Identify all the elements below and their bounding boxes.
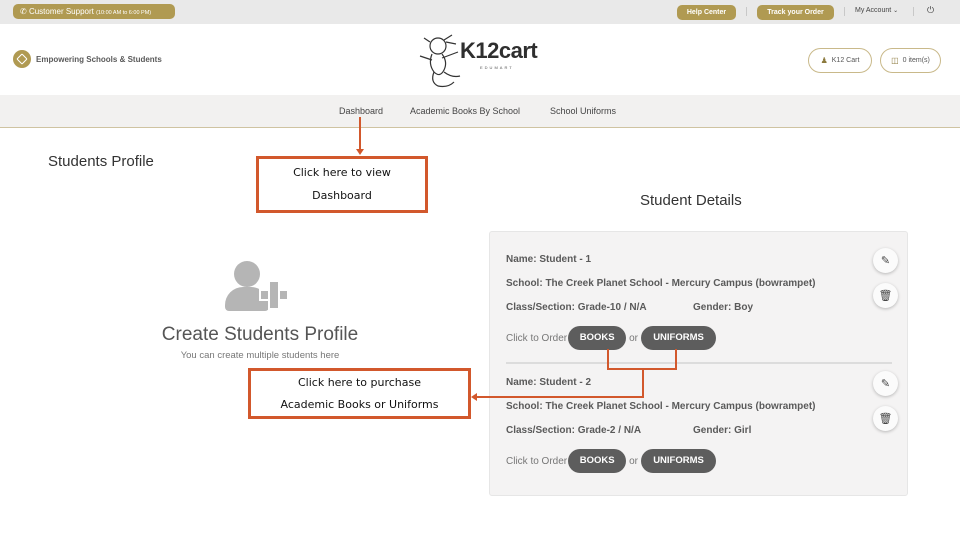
edit-student-button[interactable]: ✎	[873, 248, 898, 273]
callout-dashboard: Click here to view Dashboard	[256, 156, 428, 213]
page: ✆ Customer Support (10:00 AM to 6:00 PM)…	[0, 0, 960, 540]
or-text: or	[629, 332, 639, 344]
callout-connector-line	[642, 368, 644, 397]
students-profile-title: Students Profile	[48, 153, 154, 170]
order-uniforms-button[interactable]: UNIFORMS	[641, 449, 717, 473]
order-books-button[interactable]: BOOKS	[568, 326, 627, 350]
top-bar: ✆ Customer Support (10:00 AM to 6:00 PM)…	[0, 0, 960, 24]
callout-connector-line	[607, 349, 609, 369]
user-icon: ♟	[820, 56, 828, 65]
delete-student-button[interactable]: 🗑	[873, 283, 898, 308]
edit-icon: ✎	[880, 378, 891, 390]
chevron-down-icon: ⌄	[893, 8, 899, 14]
student-divider	[506, 362, 892, 364]
divider	[913, 7, 914, 16]
callout-text: Academic Books or Uniforms	[280, 398, 439, 411]
edit-student-button[interactable]: ✎	[873, 371, 898, 396]
support-hours: (10:00 AM to 6:00 PM)	[96, 10, 152, 16]
callout-connector-line	[675, 349, 677, 369]
track-order-button[interactable]: Track your Order	[757, 5, 834, 20]
my-account-dropdown[interactable]: My Account ⌄	[855, 7, 898, 14]
cart-count-label: 0 item(s)	[902, 57, 930, 64]
support-label: Customer Support	[28, 7, 94, 16]
phone-icon: ✆	[20, 7, 27, 16]
callout-text: Dashboard	[312, 189, 372, 202]
cart-button[interactable]: ◫ 0 item(s)	[880, 48, 941, 73]
divider	[746, 7, 747, 16]
callout-connector-line	[359, 117, 361, 150]
callout-text: Click here to view	[293, 166, 391, 179]
order-row: Click to Order BOOKS or UNIFORMS	[506, 326, 717, 350]
student-gender: Gender: Boy	[693, 302, 754, 313]
logo-text: K12cart	[460, 38, 538, 63]
add-user-icon[interactable]	[225, 258, 295, 316]
k12cart-logo[interactable]: K12cart EDUMART	[414, 32, 540, 90]
or-text: or	[629, 455, 639, 467]
student-school: School: The Creek Planet School - Mercur…	[506, 278, 816, 289]
student-gender: Gender: Girl	[693, 425, 752, 436]
student-school: School: The Creek Planet School - Mercur…	[506, 401, 816, 412]
mascot-icon	[419, 34, 461, 88]
customer-support-button[interactable]: ✆ Customer Support (10:00 AM to 6:00 PM)	[13, 4, 175, 19]
order-prefix: Click to Order	[506, 332, 568, 344]
callout-purchase: Click here to purchase Academic Books or…	[248, 368, 471, 419]
order-books-button[interactable]: BOOKS	[568, 449, 627, 473]
delete-student-button[interactable]: 🗑	[873, 406, 898, 431]
order-prefix: Click to Order	[506, 455, 568, 467]
callout-text: Click here to purchase	[297, 376, 422, 389]
arrow-left-icon	[471, 393, 477, 401]
order-uniforms-button[interactable]: UNIFORMS	[641, 326, 717, 350]
account-button[interactable]: ♟ K12 Cart	[808, 48, 872, 73]
basket-icon: ◫	[891, 56, 899, 65]
trash-icon: 🗑	[878, 290, 893, 302]
power-icon[interactable]: ⏻	[927, 5, 934, 16]
nav-academic-books[interactable]: Academic Books By School	[410, 106, 520, 116]
student-details-card: Name: Student - 1 School: The Creek Plan…	[489, 231, 908, 496]
edit-icon: ✎	[880, 255, 891, 267]
divider	[844, 7, 845, 16]
my-account-label: My Account	[855, 7, 892, 14]
order-row: Click to Order BOOKS or UNIFORMS	[506, 449, 717, 473]
create-profile-subtitle: You can create multiple students here	[180, 350, 340, 361]
arrow-down-icon	[356, 149, 364, 155]
callout-connector-line	[477, 396, 644, 398]
logo-subtitle: EDUMART	[480, 65, 514, 70]
account-button-label: K12 Cart	[831, 57, 860, 64]
tagline: Empowering Schools & Students	[13, 50, 162, 68]
student-name: Name: Student - 1	[506, 254, 592, 265]
create-profile-title[interactable]: Create Students Profile	[140, 324, 380, 346]
student-name: Name: Student - 2	[506, 377, 592, 388]
nav-school-uniforms[interactable]: School Uniforms	[550, 106, 616, 116]
nav-dashboard[interactable]: Dashboard	[339, 106, 383, 116]
student-details-title: Student Details	[640, 192, 742, 209]
main-nav: Dashboard Academic Books By School Schoo…	[0, 95, 960, 128]
create-student-profile[interactable]: Create Students Profile You can create m…	[140, 258, 380, 361]
trash-icon: 🗑	[878, 413, 893, 425]
tagline-text: Empowering Schools & Students	[36, 54, 162, 64]
help-center-button[interactable]: Help Center	[677, 5, 736, 20]
student-class: Class/Section: Grade-2 / N/A	[506, 425, 642, 436]
diamond-badge-icon	[13, 50, 31, 68]
student-class: Class/Section: Grade-10 / N/A	[506, 302, 647, 313]
